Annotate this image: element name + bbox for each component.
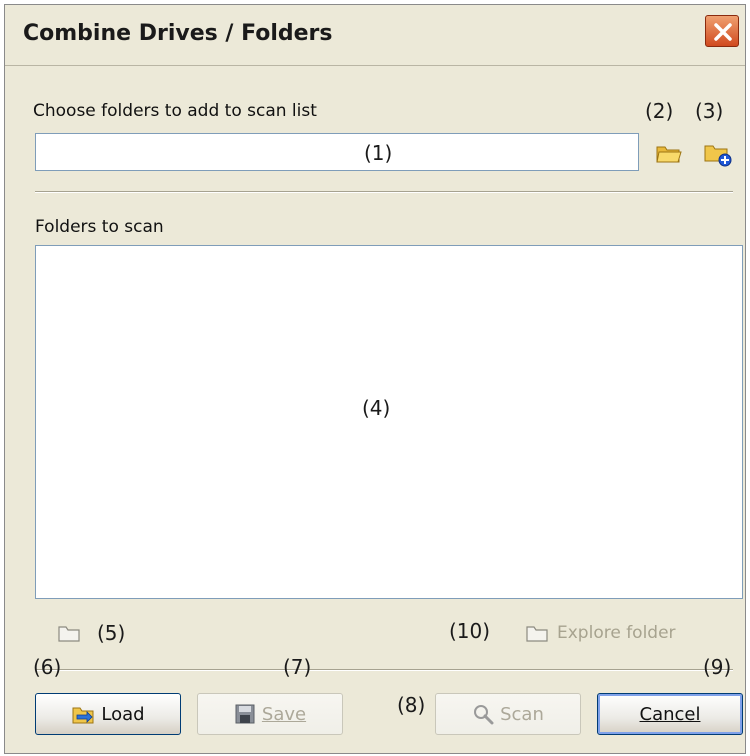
floppy-disk-icon	[235, 704, 255, 724]
scan-button[interactable]: Scan	[435, 693, 581, 735]
divider-bottom	[35, 669, 733, 671]
explore-folder-link[interactable]: Explore folder	[557, 623, 676, 643]
marker-4: (4)	[362, 396, 391, 420]
marker-1: (1)	[364, 141, 393, 165]
marker-3: (3)	[695, 99, 724, 123]
folder-open-icon[interactable]	[655, 141, 683, 165]
folders-to-scan-label: Folders to scan	[35, 217, 164, 237]
window-title: Combine Drives / Folders	[23, 21, 333, 46]
save-button-label: Save	[261, 703, 307, 725]
load-button-label: Load	[101, 703, 145, 725]
marker-5: (5)	[97, 621, 126, 645]
marker-9: (9)	[703, 655, 732, 679]
marker-10: (10)	[449, 619, 491, 643]
load-icon	[72, 707, 94, 724]
title-bar[interactable]: Combine Drives / Folders	[5, 5, 745, 66]
marker-7: (7)	[283, 655, 312, 679]
cancel-button-label: Cancel	[639, 703, 701, 725]
folder-add-icon[interactable]	[703, 141, 733, 167]
magnifier-icon	[474, 705, 494, 725]
explore-folder-icon[interactable]	[525, 623, 549, 643]
cancel-button[interactable]: Cancel	[597, 693, 743, 735]
marker-8: (8)	[397, 693, 426, 717]
marker-6: (6)	[33, 655, 62, 679]
folder-icon[interactable]	[57, 623, 81, 643]
save-button[interactable]: Save	[197, 693, 343, 735]
combine-drives-dialog: Combine Drives / Folders Choose folders …	[4, 4, 746, 754]
close-icon	[714, 23, 732, 41]
folders-to-scan-list[interactable]: (4)	[35, 245, 743, 599]
divider-top	[35, 191, 733, 193]
folder-path-input[interactable]: (1)	[35, 133, 639, 171]
scan-button-label: Scan	[500, 703, 544, 725]
marker-2: (2)	[645, 99, 674, 123]
load-button[interactable]: Load	[35, 693, 181, 735]
close-button[interactable]	[705, 15, 739, 47]
choose-folders-label: Choose folders to add to scan list	[33, 101, 317, 121]
